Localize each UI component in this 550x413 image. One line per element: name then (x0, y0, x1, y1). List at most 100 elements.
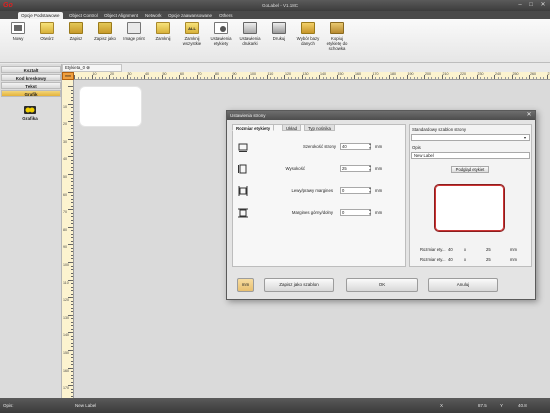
tab-layout[interactable]: Układ (282, 124, 301, 131)
label-preview[interactable] (79, 86, 142, 127)
ruler-number: 240 (495, 72, 501, 76)
image-print-button[interactable]: Image print (121, 22, 147, 62)
ruler-number: 150 (63, 351, 69, 355)
status-label-name: New Label (75, 403, 97, 408)
shape-button[interactable]: Kształt (1, 66, 61, 73)
cancel-button[interactable]: Anuluj (428, 278, 498, 292)
database-button[interactable]: Wybór bazy danych (295, 22, 321, 62)
page-setup-dialog: Ustawienia strony ✕ Rozmiar etykiety Ukł… (226, 110, 536, 300)
graphic-icon[interactable] (24, 106, 36, 114)
ruler-unit[interactable]: mm (62, 72, 74, 80)
size-width-2: 40 (448, 257, 453, 262)
template-select[interactable] (411, 134, 530, 141)
close-all-button[interactable]: ALL Zamknij wszystkie (179, 22, 205, 62)
tab-object-alignment[interactable]: Object Alignment (101, 12, 141, 19)
ruler-number: 100 (250, 72, 256, 76)
page-width-spinner[interactable]: ▲ ▼ (368, 142, 372, 150)
ruler-number: 30 (63, 139, 67, 144)
description-input[interactable]: New Label (411, 152, 530, 159)
ok-button[interactable]: OK (346, 278, 418, 292)
label-preview-shape (434, 184, 505, 232)
save-button[interactable]: Zapisz (63, 22, 89, 62)
printer-settings-button[interactable]: Ustawienia drukarki (237, 22, 263, 62)
ruler-number: 250 (512, 72, 519, 76)
ruler-number: 80 (63, 227, 67, 232)
printer-settings-icon (243, 22, 257, 34)
lr-margin-input[interactable]: 0 (340, 187, 371, 194)
barcode-button[interactable]: Kod kreskowy (1, 74, 61, 81)
tab-opcje-podstawowe[interactable]: Opcje Podstawowe (18, 12, 63, 19)
chevron-down-icon[interactable]: ▾ (524, 135, 526, 140)
ruler-number: 70 (197, 72, 202, 76)
close-folder-icon (156, 22, 170, 34)
page-height-label: Wysokość (285, 166, 305, 171)
ruler-number: 110 (267, 72, 274, 76)
graphic-button[interactable]: Grafik (1, 90, 61, 97)
open-button[interactable]: Otwórz (34, 22, 60, 62)
print-button[interactable]: Drukuj (266, 22, 292, 62)
close-tab-icon[interactable]: ⊗ (86, 65, 90, 70)
ruler-number: 110 (63, 280, 69, 285)
ruler-number: 200 (425, 72, 431, 76)
ruler-number: 10 (92, 72, 97, 76)
size-unit-1: mm (510, 247, 517, 252)
tab-object-control[interactable]: Object Control (66, 12, 101, 19)
dialog-close-icon[interactable]: ✕ (524, 111, 534, 120)
save-template-button[interactable]: Zapisz jako szablon (264, 278, 334, 292)
maximize-icon[interactable]: □ (526, 2, 536, 9)
new-button[interactable]: Nowy (5, 22, 31, 62)
document-tab[interactable]: Etykieta_0 ⊗ (62, 64, 122, 72)
text-button[interactable]: Tekst (1, 82, 61, 89)
ruler-number: 120 (63, 298, 69, 303)
page-width-input[interactable]: 40 (340, 143, 371, 150)
ruler-number: 70 (63, 210, 67, 215)
tb-margin-input[interactable]: 0 (340, 209, 371, 216)
ruler-number: 120 (285, 72, 291, 76)
preview-label-button[interactable]: Podgląd etykiet (451, 166, 489, 173)
database-icon (301, 22, 315, 34)
unit-toggle-button[interactable]: mm (237, 278, 254, 292)
tb-margin-label: Margines górny/dolny (291, 210, 333, 215)
page-height-spinner[interactable]: ▲ ▼ (368, 164, 372, 172)
ruler-number: 60 (63, 192, 67, 197)
app-logo[interactable]: Go (3, 2, 17, 10)
ruler-number: 160 (63, 368, 69, 373)
ruler-number: 100 (63, 263, 69, 267)
tab-network[interactable]: Network (142, 12, 165, 19)
document-tab-label: Etykieta_0 (65, 65, 86, 70)
description-label: Opis (412, 145, 421, 150)
tb-margin-spinner[interactable]: ▲ ▼ (368, 208, 372, 216)
save-as-button[interactable]: Zapisz jako (92, 22, 118, 62)
lr-margin-label: Lewy/prawy margines (291, 188, 333, 193)
window-title: GoLabel - V1.18C (261, 3, 299, 8)
ruler-number: 20 (63, 122, 67, 127)
image-print-icon (127, 22, 141, 34)
tab-label-size[interactable]: Rozmiar etykiety (232, 124, 275, 131)
ruler-number: 170 (63, 386, 69, 391)
tb-margin-unit: mm (375, 210, 383, 215)
lr-margin-spinner[interactable]: ▲ ▼ (368, 186, 372, 194)
label-settings-button[interactable]: Ustawienia etykiety (208, 22, 234, 62)
status-bar: Opis: New Label X 87.5 Y 40.8 (0, 398, 550, 413)
save-as-icon (98, 22, 112, 34)
close-button[interactable]: Zamknij (150, 22, 176, 62)
new-document-icon (11, 22, 25, 34)
close-all-icon: ALL (185, 22, 199, 34)
ruler-number: 60 (180, 72, 184, 76)
clipboard-button[interactable]: Kopiuj etykietę do schowka (324, 22, 350, 62)
page-height-input[interactable]: 25 (340, 165, 371, 172)
tab-opcje-zaawansowane[interactable]: Opcje zaawansowane (165, 12, 215, 19)
minimize-icon[interactable]: – (515, 2, 525, 9)
print-icon (272, 22, 286, 34)
size-label-2: Rozmiar ety... (420, 257, 446, 262)
tab-media-type[interactable]: Typ nośnika (304, 124, 335, 131)
page-height-unit: mm (375, 166, 383, 171)
ruler-number: 90 (232, 72, 237, 76)
close-icon[interactable]: ✕ (538, 2, 548, 9)
size-height-1: 25 (486, 247, 491, 252)
save-icon (69, 22, 83, 34)
size-x-1: x (464, 247, 467, 252)
tab-others[interactable]: Others (216, 12, 236, 19)
ruler-number: 220 (460, 72, 466, 76)
ruler-number: 30 (127, 72, 132, 76)
